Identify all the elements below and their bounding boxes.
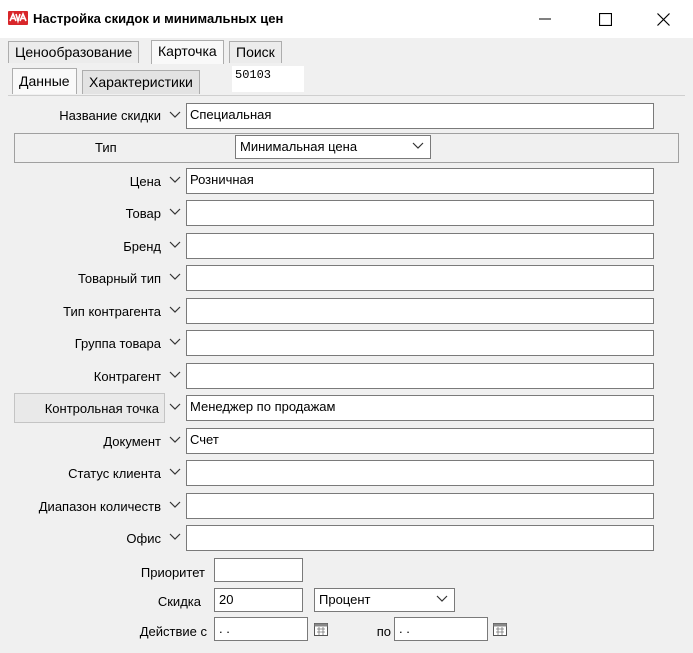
brand-chevron[interactable] xyxy=(166,236,184,254)
tab-search[interactable]: Поиск xyxy=(229,41,282,63)
quantity-range-chevron[interactable] xyxy=(166,496,184,514)
counterparty-type-field[interactable] xyxy=(186,298,654,324)
checkpoint-button[interactable]: Контрольная точка xyxy=(14,393,165,423)
discount-value-field[interactable]: 20 xyxy=(214,588,303,612)
product-group-field[interactable] xyxy=(186,330,654,356)
product-chevron[interactable] xyxy=(166,203,184,221)
office-field[interactable] xyxy=(186,525,654,551)
product-type-field[interactable] xyxy=(186,265,654,291)
window-title: Настройка скидок и минимальных цен xyxy=(33,11,284,26)
chevron-down-icon xyxy=(412,142,424,149)
chevron-down-icon xyxy=(169,338,181,345)
brand-label: Бренд xyxy=(123,239,161,254)
document-chevron[interactable] xyxy=(166,431,184,449)
office-chevron[interactable] xyxy=(166,528,184,546)
close-icon xyxy=(656,12,670,26)
chevron-down-icon xyxy=(169,468,181,475)
product-group-label: Группа товара xyxy=(74,336,161,351)
price-chevron[interactable] xyxy=(166,171,184,189)
maximize-button[interactable] xyxy=(582,0,628,38)
tab-divider xyxy=(8,95,685,96)
calendar-icon[interactable] xyxy=(492,621,508,637)
minimize-button[interactable] xyxy=(522,0,568,38)
discount-unit-select[interactable]: Процент xyxy=(314,588,455,612)
maximize-icon xyxy=(598,12,612,26)
period-from-field[interactable]: . . xyxy=(214,617,308,641)
price-label: Цена xyxy=(129,174,161,189)
period-from-label: Действие с xyxy=(139,624,207,639)
price-field[interactable]: Розничная xyxy=(186,168,654,194)
discount-name-chevron[interactable] xyxy=(166,106,184,124)
chevron-down-icon xyxy=(169,208,181,215)
document-field[interactable]: Счет xyxy=(186,428,654,454)
app-logo-icon xyxy=(8,11,28,25)
chevron-down-icon xyxy=(169,501,181,508)
quantity-range-field[interactable] xyxy=(186,493,654,519)
period-to-field[interactable]: . . xyxy=(394,617,488,641)
discount-name-label: Название скидки xyxy=(59,108,161,123)
counterparty-label: Контрагент xyxy=(93,369,161,384)
priority-field[interactable] xyxy=(214,558,303,582)
close-button[interactable] xyxy=(640,0,686,38)
discount-label: Скидка xyxy=(157,594,201,609)
brand-field[interactable] xyxy=(186,233,654,259)
type-label: Тип xyxy=(95,140,117,155)
chevron-down-icon xyxy=(169,533,181,540)
chevron-down-icon xyxy=(169,403,181,410)
counterparty-chevron[interactable] xyxy=(166,366,184,384)
counterparty-type-chevron[interactable] xyxy=(166,301,184,319)
type-select[interactable]: Минимальная цена xyxy=(235,135,431,159)
chevron-down-icon xyxy=(436,595,448,602)
discount-unit-value: Процент xyxy=(319,592,371,607)
quantity-range-label: Диапазон количеств xyxy=(38,499,161,514)
product-field[interactable] xyxy=(186,200,654,226)
chevron-down-icon xyxy=(169,241,181,248)
minimize-icon xyxy=(539,18,551,20)
tab-characteristics[interactable]: Характеристики xyxy=(82,70,200,94)
title-bar: Настройка скидок и минимальных цен xyxy=(0,0,693,38)
chevron-down-icon xyxy=(169,111,181,118)
product-group-chevron[interactable] xyxy=(166,333,184,351)
client-status-field[interactable] xyxy=(186,460,654,486)
tab-data[interactable]: Данные xyxy=(12,68,77,94)
document-label: Документ xyxy=(103,434,161,449)
calendar-icon[interactable] xyxy=(313,621,329,637)
period-to-label: по xyxy=(376,624,391,639)
chevron-down-icon xyxy=(169,371,181,378)
record-id: 50103 xyxy=(232,66,304,92)
discount-settings-window: Настройка скидок и минимальных цен Ценоо… xyxy=(0,0,693,653)
chevron-down-icon xyxy=(169,436,181,443)
tab-pricing[interactable]: Ценообразование xyxy=(8,41,140,63)
chevron-down-icon xyxy=(169,306,181,313)
tab-card[interactable]: Карточка xyxy=(151,40,224,64)
client-status-chevron[interactable] xyxy=(166,463,184,481)
client-status-label: Статус клиента xyxy=(68,466,161,481)
counterparty-field[interactable] xyxy=(186,363,654,389)
chevron-down-icon xyxy=(169,176,181,183)
checkpoint-chevron[interactable] xyxy=(166,398,184,416)
type-select-value: Минимальная цена xyxy=(240,139,358,154)
product-type-label: Товарный тип xyxy=(77,271,161,286)
discount-name-field[interactable]: Специальная xyxy=(186,103,654,129)
product-type-chevron[interactable] xyxy=(166,268,184,286)
priority-label: Приоритет xyxy=(140,565,205,580)
chevron-down-icon xyxy=(169,273,181,280)
product-label: Товар xyxy=(125,206,161,221)
checkpoint-field[interactable]: Менеджер по продажам xyxy=(186,395,654,421)
office-label: Офис xyxy=(126,531,161,546)
counterparty-type-label: Тип контрагента xyxy=(63,304,161,319)
